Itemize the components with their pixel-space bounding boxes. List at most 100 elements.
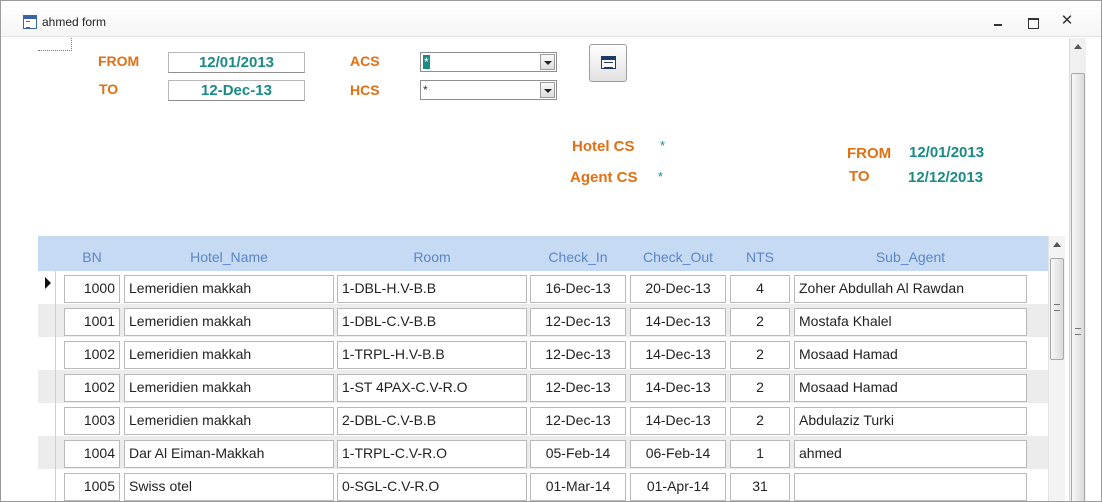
cell-bn[interactable]: 1002	[64, 341, 120, 369]
acs-combo-value: *	[423, 55, 430, 69]
form-scrollbar[interactable]	[1069, 38, 1086, 501]
cell-hotel-name[interactable]: Lemeridien makkah	[124, 308, 334, 336]
cell-sub-agent[interactable]: Zoher Abdullah Al Rawdan	[794, 275, 1027, 303]
cell-check-out[interactable]: 14-Dec-13	[630, 374, 726, 402]
cell-room[interactable]: 1-TRPL-C.V-R.O	[337, 440, 527, 468]
column-header-hotel-name[interactable]: Hotel_Name	[124, 249, 334, 265]
cell-bn[interactable]: 1005	[64, 473, 120, 501]
cell-hotel-name[interactable]: Dar Al Eiman-Makkah	[124, 440, 334, 468]
cell-bn[interactable]: 1003	[64, 407, 120, 435]
from-date-field[interactable]: 12/01/2013	[168, 52, 305, 73]
to-label: TO	[99, 81, 119, 97]
column-header-check-out[interactable]: Check_Out	[630, 249, 726, 265]
agent-cs-label: Agent CS	[570, 169, 638, 186]
cell-sub-agent[interactable]: Abdulaziz Turki	[794, 407, 1027, 435]
form-selector-corner[interactable]	[38, 38, 72, 51]
cell-hotel-name[interactable]: Lemeridien makkah	[124, 275, 334, 303]
cell-nts[interactable]: 31	[730, 473, 790, 501]
cell-check-in[interactable]: 12-Dec-13	[530, 341, 626, 369]
column-header-sub-agent[interactable]: Sub_Agent	[794, 249, 1027, 265]
datasheet-scrollbar[interactable]	[1048, 236, 1065, 501]
form-scroll-thumb[interactable]	[1071, 73, 1085, 501]
record-selector[interactable]	[38, 304, 56, 337]
cell-nts[interactable]: 2	[730, 341, 790, 369]
table-row[interactable]: 1002 Lemeridien makkah 1-ST 4PAX-C.V-R.O…	[38, 370, 1048, 403]
agent-cs-value: *	[658, 169, 664, 184]
cell-check-out[interactable]: 20-Dec-13	[630, 275, 726, 303]
cell-room[interactable]: 1-DBL-C.V-B.B	[337, 308, 527, 336]
cell-check-in[interactable]: 12-Dec-13	[530, 407, 626, 435]
close-button[interactable]: ✕	[1056, 13, 1078, 31]
column-header-room[interactable]: Room	[337, 249, 527, 265]
cell-room[interactable]: 1-ST 4PAX-C.V-R.O	[337, 374, 527, 402]
cell-room[interactable]: 0-SGL-C.V-R.O	[337, 473, 527, 501]
cell-check-out[interactable]: 14-Dec-13	[630, 308, 726, 336]
open-form-button[interactable]	[589, 44, 627, 82]
cell-check-in[interactable]: 05-Feb-14	[530, 440, 626, 468]
chevron-down-icon[interactable]	[540, 82, 555, 98]
column-header-bn[interactable]: BN	[64, 249, 120, 265]
cell-check-in[interactable]: 12-Dec-13	[530, 374, 626, 402]
window-title: ahmed form	[42, 15, 107, 29]
cell-nts[interactable]: 4	[730, 275, 790, 303]
cell-check-out[interactable]: 06-Feb-14	[630, 440, 726, 468]
scroll-up-icon[interactable]	[1072, 41, 1084, 53]
cell-room[interactable]: 2-DBL-C.V-B.B	[337, 407, 527, 435]
cell-check-out[interactable]: 14-Dec-13	[630, 407, 726, 435]
datasheet-header: BN Hotel_Name Room Check_In Check_Out NT…	[38, 236, 1048, 271]
minimize-button[interactable]	[987, 13, 1009, 31]
cell-bn[interactable]: 1002	[64, 374, 120, 402]
cell-sub-agent[interactable]: Mostafa Khalel	[794, 308, 1027, 336]
cell-nts[interactable]: 2	[730, 374, 790, 402]
cell-hotel-name[interactable]: Lemeridien makkah	[124, 341, 334, 369]
cell-sub-agent[interactable]: Mosaad Hamad	[794, 341, 1027, 369]
record-pointer-icon[interactable]	[38, 271, 56, 304]
record-selector[interactable]	[38, 436, 56, 469]
acs-label: ACS	[350, 53, 380, 69]
cell-nts[interactable]: 1	[730, 440, 790, 468]
summary-from-value: 12/01/2013	[909, 144, 985, 161]
cell-nts[interactable]: 2	[730, 407, 790, 435]
title-bar[interactable]: ahmed form ✕	[1, 1, 1101, 37]
cell-nts[interactable]: 2	[730, 308, 790, 336]
column-header-nts[interactable]: NTS	[730, 249, 790, 265]
to-date-field[interactable]: 12-Dec-13	[168, 80, 305, 101]
cell-check-out[interactable]: 14-Dec-13	[630, 341, 726, 369]
chevron-down-icon[interactable]	[540, 54, 555, 70]
cell-hotel-name[interactable]: Lemeridien makkah	[124, 407, 334, 435]
cell-bn[interactable]: 1000	[64, 275, 120, 303]
record-selector[interactable]	[38, 370, 56, 403]
cell-hotel-name[interactable]: Swiss otel	[124, 473, 334, 501]
table-row[interactable]: 1003 Lemeridien makkah 2-DBL-C.V-B.B 12-…	[38, 403, 1048, 436]
cell-bn[interactable]: 1004	[64, 440, 120, 468]
acs-combo[interactable]: *	[420, 52, 557, 72]
cell-sub-agent[interactable]	[794, 473, 1027, 501]
cell-room[interactable]: 1-DBL-H.V-B.B	[337, 275, 527, 303]
scroll-up-icon[interactable]	[1051, 239, 1063, 251]
record-selector-strip	[20, 38, 37, 501]
cell-check-in[interactable]: 12-Dec-13	[530, 308, 626, 336]
column-header-check-in[interactable]: Check_In	[530, 249, 626, 265]
table-row[interactable]: 1000 Lemeridien makkah 1-DBL-H.V-B.B 16-…	[38, 271, 1048, 304]
table-row[interactable]: 1001 Lemeridien makkah 1-DBL-C.V-B.B 12-…	[38, 304, 1048, 337]
restore-button[interactable]	[1022, 13, 1044, 31]
record-selector[interactable]	[38, 337, 56, 370]
cell-check-in[interactable]: 01-Mar-14	[530, 473, 626, 501]
cell-room[interactable]: 1-TRPL-H.V-B.B	[337, 341, 527, 369]
table-row[interactable]: 1005 Swiss otel 0-SGL-C.V-R.O 01-Mar-14 …	[38, 469, 1048, 501]
table-row[interactable]: 1004 Dar Al Eiman-Makkah 1-TRPL-C.V-R.O …	[38, 436, 1048, 469]
record-selector[interactable]	[38, 403, 56, 436]
record-selector[interactable]	[38, 469, 56, 501]
table-row[interactable]: 1002 Lemeridien makkah 1-TRPL-H.V-B.B 12…	[38, 337, 1048, 370]
cell-sub-agent[interactable]: Mosaad Hamad	[794, 374, 1027, 402]
cell-check-out[interactable]: 01-Apr-14	[630, 473, 726, 501]
cell-sub-agent[interactable]: ahmed	[794, 440, 1027, 468]
datasheet-scroll-thumb[interactable]	[1050, 258, 1064, 360]
form-view-icon	[601, 56, 616, 69]
cell-check-in[interactable]: 16-Dec-13	[530, 275, 626, 303]
cell-hotel-name[interactable]: Lemeridien makkah	[124, 374, 334, 402]
cell-bn[interactable]: 1001	[64, 308, 120, 336]
form-window-icon	[23, 15, 37, 29]
hcs-combo[interactable]: *	[420, 80, 557, 100]
hcs-combo-value: *	[423, 83, 428, 97]
